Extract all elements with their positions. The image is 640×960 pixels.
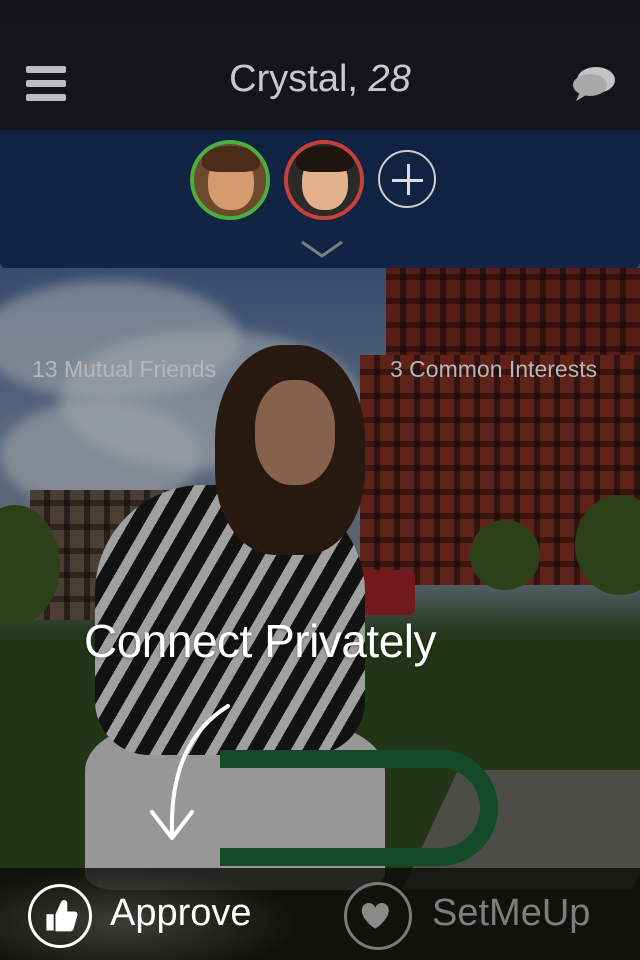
profile-name: Crystal, — [229, 58, 358, 100]
connect-privately-hint: Connect Privately — [84, 615, 437, 667]
heart-icon[interactable] — [344, 882, 412, 950]
mutual-friends-count[interactable]: 13 Mutual Friends — [32, 356, 216, 383]
mutual-friend-avatar[interactable] — [190, 140, 270, 220]
top-bar: Crystal, 28 — [0, 0, 640, 130]
curved-arrow-down-icon — [150, 704, 230, 840]
profile-screen: Crystal, 28 13 Mutual Friends 3 Common I… — [0, 0, 640, 960]
approve-button[interactable]: Approve — [110, 892, 252, 935]
page-title: Crystal, 28 — [0, 58, 640, 101]
plus-icon[interactable] — [378, 150, 436, 208]
chevron-down-icon[interactable] — [300, 240, 344, 260]
setmeup-button[interactable]: SetMeUp — [432, 892, 590, 935]
mutual-friend-avatar[interactable] — [284, 140, 364, 220]
common-interests-count[interactable]: 3 Common Interests — [390, 356, 597, 383]
chat-bubble-icon[interactable] — [570, 64, 618, 102]
profile-age: 28 — [368, 58, 411, 100]
thumbs-up-icon[interactable] — [28, 884, 92, 948]
